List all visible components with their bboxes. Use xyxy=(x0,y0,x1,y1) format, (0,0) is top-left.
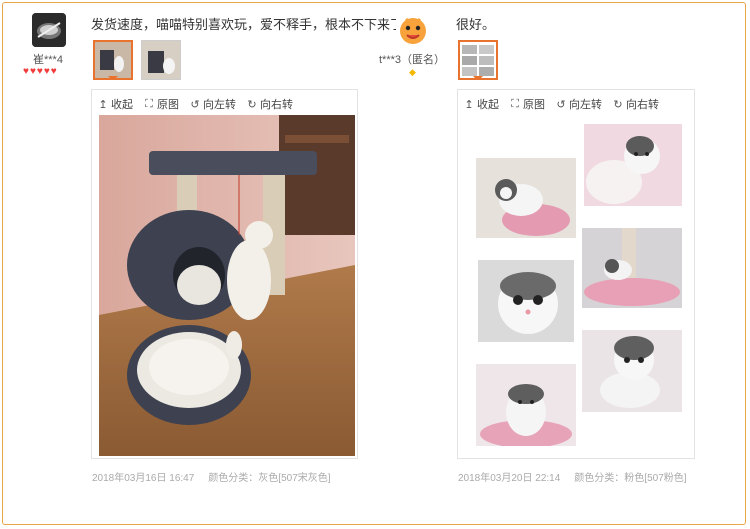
username: t***3（匿名） xyxy=(379,54,446,66)
buyer-level-badge: ◆ xyxy=(409,67,416,77)
review-thumbnail[interactable] xyxy=(93,40,133,80)
collapse-button[interactable]: ↥ 收起 xyxy=(98,96,133,112)
fullscreen-icon: ⛶ xyxy=(145,97,153,110)
collapse-arrow-icon: ↥ xyxy=(464,98,474,111)
review-date: 2018年03月20日 22:14 xyxy=(458,473,561,484)
rotate-right-icon: ↻ xyxy=(247,98,257,111)
rotate-left-label: 向左转 xyxy=(203,99,236,111)
review-photo-large[interactable] xyxy=(99,115,355,456)
collage-photo[interactable] xyxy=(584,124,682,206)
collage-photo[interactable] xyxy=(582,330,682,412)
viewer-toolbar: ↥ 收起 ⛶ 原图 ↺ 向左转 ↻ 向右转 xyxy=(464,96,659,112)
username: 崔***4 xyxy=(33,54,63,66)
collage-photo[interactable] xyxy=(478,260,574,342)
original-label: 原图 xyxy=(157,99,179,111)
review-thumbnails xyxy=(458,40,498,80)
sku-label: 颜色分类：粉色[507粉色] xyxy=(574,473,687,484)
rotate-right-icon: ↻ xyxy=(613,98,623,111)
review-date: 2018年03月16日 16:47 xyxy=(92,473,195,484)
collapse-label: 收起 xyxy=(111,99,133,111)
rotate-right-label: 向右转 xyxy=(260,99,293,111)
original-label: 原图 xyxy=(523,99,545,111)
rotate-left-icon: ↺ xyxy=(556,98,566,111)
rotate-right-label: 向右转 xyxy=(626,99,659,111)
reviews-panel: 崔***4 ♥ ♥ ♥ ♥ ♥ 发货速度，喵喵特别喜欢玩，爱不释手，根本不下来了… xyxy=(2,2,746,525)
rotate-right-button[interactable]: ↻ 向右转 xyxy=(613,96,659,112)
image-viewer: ↥ 收起 ⛶ 原图 ↺ 向左转 ↻ 向右转 xyxy=(91,89,358,459)
collage-photo[interactable] xyxy=(476,364,576,446)
user-avatar[interactable] xyxy=(396,13,430,47)
heart-icon: ♥ xyxy=(43,66,50,77)
fullscreen-icon: ⛶ xyxy=(511,97,519,110)
review-thumbnails xyxy=(93,40,181,80)
collage-photo[interactable] xyxy=(476,158,576,238)
user-avatar[interactable] xyxy=(32,13,66,47)
rotate-left-button[interactable]: ↺ 向左转 xyxy=(556,96,602,112)
heart-icon: ♥ xyxy=(29,66,36,77)
review-text: 发货速度，喵喵特别喜欢玩，爱不释手，根本不下来了 xyxy=(91,17,404,32)
viewer-toolbar: ↥ 收起 ⛶ 原图 ↺ 向左转 ↻ 向右转 xyxy=(98,96,293,112)
review-meta: 2018年03月20日 22:14 颜色分类：粉色[507粉色] xyxy=(458,469,687,484)
heart-icon: ♥ xyxy=(23,66,29,77)
rotate-left-button[interactable]: ↺ 向左转 xyxy=(190,96,236,112)
original-image-button[interactable]: ⛶ 原图 xyxy=(144,96,179,112)
collapse-button[interactable]: ↥ 收起 xyxy=(464,96,499,112)
collage-photo[interactable] xyxy=(582,228,682,308)
review-text: 很好。 xyxy=(456,17,496,32)
heart-icon: ♥ xyxy=(36,66,43,77)
original-image-button[interactable]: ⛶ 原图 xyxy=(510,96,545,112)
image-viewer: ↥ 收起 ⛶ 原图 ↺ 向左转 ↻ 向右转 xyxy=(457,89,695,459)
buyer-level-badge: ♥ ♥ ♥ ♥ ♥ xyxy=(23,67,57,77)
diamond-icon: ◆ xyxy=(409,67,416,77)
heart-icon: ♥ xyxy=(50,66,57,77)
rotate-right-button[interactable]: ↻ 向右转 xyxy=(247,96,293,112)
rotate-left-icon: ↺ xyxy=(190,98,200,111)
sku-label: 颜色分类：灰色[507宋灰色] xyxy=(208,473,331,484)
review-thumbnail[interactable] xyxy=(458,40,498,80)
collapse-arrow-icon: ↥ xyxy=(98,98,108,111)
review-meta: 2018年03月16日 16:47 颜色分类：灰色[507宋灰色] xyxy=(92,469,331,484)
rotate-left-label: 向左转 xyxy=(569,99,602,111)
collapse-label: 收起 xyxy=(477,99,499,111)
review-thumbnail[interactable] xyxy=(141,40,181,80)
